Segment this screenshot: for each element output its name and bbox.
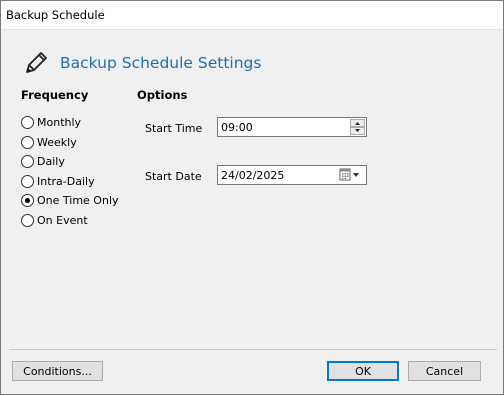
radio-circle-selected [21,193,34,207]
chevron-down-icon [353,173,359,177]
start-date-label: Start Date [145,170,202,183]
radio-circle [21,135,34,149]
radio-label: Intra-Daily [37,174,95,188]
radio-label: On Event [37,213,88,227]
ok-button[interactable]: OK [327,361,399,381]
start-time-value: 09:00 [221,121,253,134]
window-title: Backup Schedule [6,8,105,22]
start-date-value: 24/02/2025 [221,169,285,182]
radio-circle [21,115,34,129]
radio-label: One Time Only [37,193,119,207]
page-title: Backup Schedule Settings [60,54,262,72]
radio-daily[interactable]: Daily [21,153,65,169]
footer-divider [9,349,497,350]
radio-intra-daily[interactable]: Intra-Daily [21,173,95,189]
radio-dot [25,197,30,203]
frequency-label: Frequency [21,88,89,102]
start-date-field[interactable]: 24/02/2025 [217,165,367,185]
radio-on-event[interactable]: On Event [21,212,88,228]
radio-circle [21,213,34,227]
backup-schedule-dialog: Backup Schedule Backup Schedule Settings… [0,0,504,395]
spin-up-button[interactable] [350,119,365,127]
radio-circle [21,174,34,188]
time-spinner [350,119,365,135]
cancel-button[interactable]: Cancel [408,361,481,381]
dialog-content: Backup Schedule Settings Frequency Month… [1,30,503,394]
start-time-label: Start Time [145,122,203,135]
options-label: Options [137,88,188,102]
radio-circle [21,154,34,168]
radio-one-time-only[interactable]: One Time Only [21,192,119,208]
title-bar[interactable]: Backup Schedule [1,1,503,30]
arrow-up-icon [355,122,360,125]
radio-label: Weekly [37,135,77,149]
radio-weekly[interactable]: Weekly [21,134,77,150]
spin-down-button[interactable] [350,127,365,135]
radio-label: Daily [37,154,65,168]
start-time-field[interactable]: 09:00 [217,117,367,137]
calendar-icon[interactable] [339,168,363,182]
pencil-icon [26,52,47,73]
arrow-down-icon [355,129,360,132]
radio-label: Monthly [37,115,82,129]
radio-monthly[interactable]: Monthly [21,114,81,130]
conditions-button[interactable]: Conditions... [12,361,103,381]
